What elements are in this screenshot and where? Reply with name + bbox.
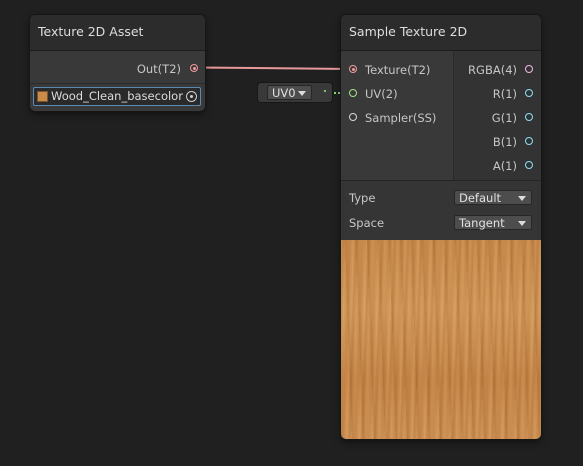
output-label-rgba: RGBA(4) (468, 63, 517, 77)
texture-swatch-icon (37, 91, 48, 102)
uv-inline-input: UV0 (258, 83, 332, 102)
chevron-down-icon (518, 196, 526, 201)
texture-input-port[interactable] (349, 65, 357, 73)
g-output-port[interactable] (525, 113, 533, 121)
object-picker-icon[interactable] (186, 91, 197, 102)
sampler-input-port[interactable] (349, 113, 357, 121)
space-label: Space (349, 216, 385, 230)
asset-field-value: Wood_Clean_basecolor (51, 89, 183, 103)
texture-output-port[interactable] (190, 64, 198, 72)
type-dropdown[interactable]: Default (454, 190, 532, 205)
input-label-texture: Texture(T2) (365, 63, 431, 77)
type-label: Type (349, 191, 376, 205)
texture-2d-asset-node[interactable]: Texture 2D Asset Out(T2) Wood_Clean_base… (30, 15, 205, 111)
node-divider (30, 83, 205, 84)
b-output-port[interactable] (525, 137, 533, 145)
node-title[interactable]: Texture 2D Asset (30, 15, 205, 51)
texture-edge[interactable] (196, 66, 353, 70)
type-value: Default (459, 191, 502, 205)
output-port-label: Out(T2) (136, 62, 181, 76)
space-dropdown[interactable]: Tangent (454, 215, 532, 230)
output-label-r: R(1) (492, 87, 517, 101)
input-label-uv: UV(2) (365, 87, 398, 101)
uv-inline-output-port[interactable] (324, 90, 326, 92)
node-title[interactable]: Sample Texture 2D (341, 15, 541, 51)
output-label-a: A(1) (492, 159, 517, 173)
rgba-output-port[interactable] (525, 65, 533, 73)
uv-channel-value: UV0 (272, 86, 296, 100)
r-output-port[interactable] (525, 89, 533, 97)
input-label-sampler: Sampler(SS) (365, 111, 437, 125)
sample-texture-2d-node[interactable]: Sample Texture 2D Texture(T2) UV(2) Samp… (341, 15, 541, 439)
chevron-down-icon (298, 91, 306, 96)
space-value: Tangent (459, 216, 505, 230)
texture-preview-image (341, 240, 541, 439)
uv-channel-dropdown[interactable]: UV0 (267, 85, 312, 100)
output-label-b: B(1) (492, 135, 517, 149)
a-output-port[interactable] (525, 161, 533, 169)
uv-input-port[interactable] (349, 89, 357, 97)
chevron-down-icon (518, 221, 526, 226)
asset-object-field[interactable]: Wood_Clean_basecolor (33, 87, 201, 106)
output-label-g: G(1) (491, 111, 517, 125)
